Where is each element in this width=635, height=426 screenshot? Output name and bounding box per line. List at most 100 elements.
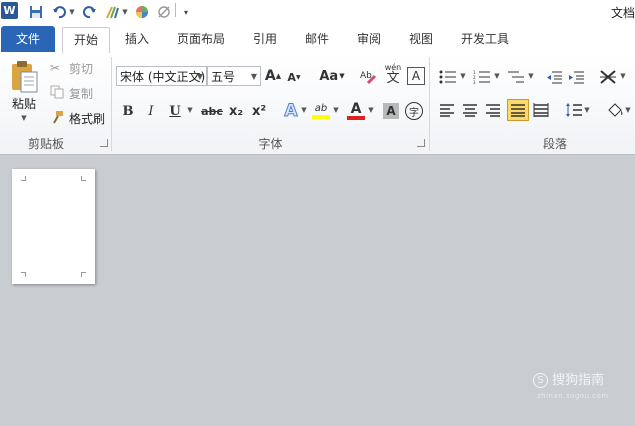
multilevel-list-icon[interactable] (506, 68, 526, 86)
ribbon-tab-bar: 文件 开始 插入 页面布局 引用 邮件 审阅 视图 开发工具 (0, 24, 635, 54)
distributed-icon[interactable] (532, 101, 550, 119)
chevron-down-icon: ▼ (196, 72, 203, 81)
color-wheel-icon[interactable] (134, 3, 150, 21)
format-painter-button[interactable]: 格式刷 (50, 110, 105, 126)
decrease-indent-icon[interactable] (545, 68, 563, 86)
chinese-layout-icon[interactable] (598, 67, 618, 87)
character-border-button[interactable]: A (407, 67, 425, 85)
paste-button[interactable]: 粘贴 (6, 95, 42, 111)
shading-dropdown-icon[interactable]: ▼ (624, 105, 632, 115)
scissors-icon: ✂ (50, 61, 61, 75)
phonetic-guide-char: 文 (386, 71, 400, 86)
paintbrush-icon (50, 110, 66, 127)
paragraph-group-label: 段落 (542, 137, 567, 151)
font-name-select[interactable]: 宋体 (中文正文) ▼ (116, 66, 207, 86)
bullets-dropdown-icon[interactable]: ▼ (459, 71, 467, 81)
copy-icon (50, 85, 66, 102)
qat-dropdown-icon[interactable]: ▼ (121, 3, 129, 21)
chevron-down-icon: ▼ (250, 72, 257, 81)
qat-divider (175, 3, 176, 17)
grow-font-button[interactable]: A ▲ (265, 67, 281, 85)
underline-button[interactable]: U (168, 102, 182, 120)
text-effects-dropdown-icon[interactable]: ▼ (300, 105, 308, 115)
shrink-font-icon: A (287, 70, 296, 84)
crop-mark (21, 176, 26, 181)
underline-dropdown-icon[interactable]: ▼ (186, 105, 194, 115)
character-shading-button[interactable]: A (383, 103, 399, 119)
font-color-icon: A (350, 101, 362, 117)
clear-formatting-icon[interactable]: Ab (358, 66, 378, 86)
format-painter-label: 格式刷 (69, 111, 106, 126)
align-center-icon[interactable] (461, 101, 479, 119)
highlight-dropdown-icon[interactable]: ▼ (332, 105, 340, 115)
change-case-button[interactable]: Aa ▼ (318, 67, 346, 85)
line-spacing-dropdown-icon[interactable]: ▼ (583, 105, 591, 115)
chinese-layout-dropdown-icon[interactable]: ▼ (619, 71, 627, 81)
italic-button[interactable]: I (144, 102, 158, 120)
undo-icon[interactable] (50, 3, 68, 21)
superscript-button[interactable]: x² (250, 102, 268, 120)
subscript-button[interactable]: x₂ (227, 102, 245, 120)
format-painter-qat-icon[interactable] (103, 3, 121, 21)
sogou-logo-icon: S (533, 373, 548, 388)
sogou-watermark: S 搜狗指南 (533, 369, 604, 388)
bold-button[interactable]: B (121, 102, 135, 120)
cut-label: 剪切 (69, 61, 94, 76)
enclose-characters-button[interactable]: 字 (405, 102, 423, 120)
crop-mark (81, 176, 86, 181)
numbering-dropdown-icon[interactable]: ▼ (493, 71, 501, 81)
word-app-icon[interactable]: W (1, 2, 18, 19)
save-icon[interactable] (27, 3, 45, 21)
align-right-icon[interactable] (484, 101, 502, 119)
highlight-color-bar (312, 115, 330, 119)
tab-file[interactable]: 文件 (1, 26, 55, 52)
font-color-button[interactable]: A (346, 100, 366, 122)
change-case-icon: Aa (319, 68, 339, 84)
document-page[interactable] (12, 169, 95, 284)
multilevel-list-dropdown-icon[interactable]: ▼ (527, 71, 535, 81)
bullets-icon[interactable] (438, 68, 458, 86)
undo-dropdown-icon[interactable]: ▼ (68, 3, 76, 21)
tab-references[interactable]: 引用 (246, 27, 284, 52)
font-color-bar (347, 116, 365, 120)
paste-icon[interactable] (6, 59, 42, 95)
svg-text:3: 3 (473, 80, 476, 84)
paint-bucket-icon[interactable] (605, 99, 625, 121)
shrink-font-button[interactable]: A ▼ (287, 68, 301, 86)
copy-button[interactable]: 复制 (50, 85, 93, 101)
copy-label: 复制 (69, 86, 94, 101)
text-effects-button[interactable]: A (281, 100, 301, 122)
tab-page-layout[interactable]: 页面布局 (170, 27, 232, 52)
font-size-value: 五号 (211, 70, 236, 84)
font-name-value: 宋体 (中文正文) (120, 70, 206, 84)
font-color-dropdown-icon[interactable]: ▼ (367, 105, 375, 115)
line-spacing-icon[interactable] (564, 100, 584, 120)
align-left-icon[interactable] (438, 101, 456, 119)
tab-mailings[interactable]: 邮件 (298, 27, 336, 52)
title-bar: W ▼ ▼ ▾ 文档 (0, 0, 635, 24)
paste-dropdown-icon[interactable]: ▼ (18, 113, 30, 123)
clear-format-icon[interactable] (156, 3, 172, 21)
numbering-icon[interactable]: 123 (472, 68, 492, 86)
font-launcher-icon[interactable] (417, 139, 425, 147)
tab-insert[interactable]: 插入 (118, 27, 156, 52)
font-size-select[interactable]: 五号 ▼ (207, 66, 261, 86)
watermark-brand: 搜狗指南 (552, 373, 605, 388)
customize-qat-icon[interactable]: ▾ (181, 3, 191, 21)
cut-button[interactable]: ✂ 剪切 (50, 60, 93, 76)
increase-indent-icon[interactable] (567, 68, 585, 86)
tab-review[interactable]: 审阅 (350, 27, 388, 52)
clipboard-launcher-icon[interactable] (100, 139, 108, 147)
font-group-label: 字体 (258, 137, 283, 151)
ribbon: 粘贴 ▼ ✂ 剪切 复制 格式刷 剪贴板 宋体 (中文正文) ▼ 五号 ▼ A ▲… (0, 53, 635, 155)
watermark-url: zhinan.sogou.com (537, 392, 609, 400)
justify-icon[interactable] (507, 99, 529, 121)
grow-font-icon: A (264, 68, 276, 84)
redo-icon[interactable] (81, 3, 99, 21)
tab-view[interactable]: 视图 (402, 27, 440, 52)
tab-home[interactable]: 开始 (62, 27, 110, 54)
strikethrough-button[interactable]: abc (201, 102, 223, 120)
tab-developer[interactable]: 开发工具 (454, 27, 516, 52)
highlight-button[interactable]: ab (311, 100, 331, 122)
phonetic-guide-button[interactable]: wén 文 (382, 63, 404, 87)
